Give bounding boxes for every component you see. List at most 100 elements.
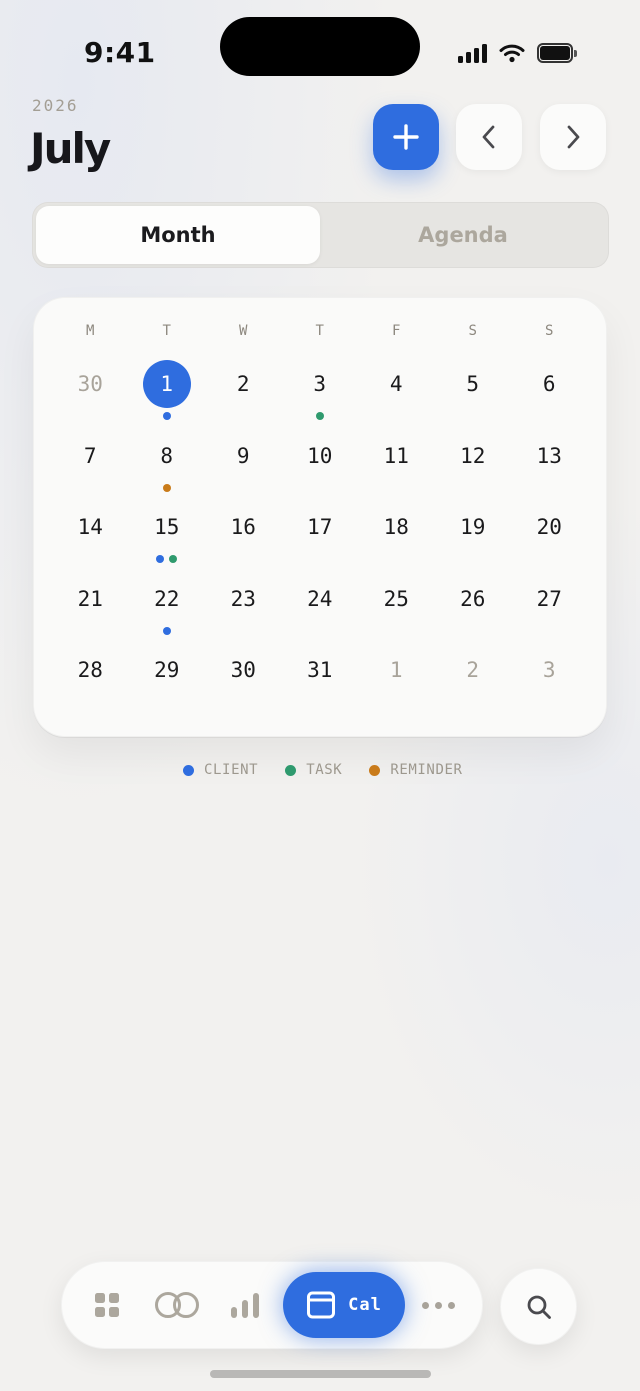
day-number: 12 — [460, 443, 486, 468]
legend-item-client: CLIENT — [183, 762, 258, 778]
tab-dashboard[interactable] — [87, 1261, 127, 1349]
day-number: 2 — [466, 658, 480, 683]
grid-icon — [95, 1293, 119, 1317]
day-cell[interactable]: 28 — [52, 637, 129, 709]
day-number: 18 — [383, 515, 409, 540]
day-number: 1 — [389, 658, 403, 683]
day-number: 7 — [83, 443, 97, 468]
day-cell[interactable]: 6 — [511, 351, 588, 423]
day-number: 9 — [236, 443, 250, 468]
chevron-right-icon — [567, 125, 580, 149]
previous-month-button[interactable] — [456, 104, 522, 170]
bottom-tab-bar: Cal — [61, 1261, 483, 1349]
day-number: 2 — [236, 372, 250, 396]
day-cell[interactable]: 25 — [358, 566, 435, 638]
day-number: 22 — [154, 586, 180, 611]
day-cell[interactable]: 10 — [282, 423, 359, 495]
reminder-event-dot-icon — [162, 483, 171, 492]
day-cell[interactable]: 5 — [435, 351, 512, 423]
event-dots — [129, 412, 206, 420]
day-number: 10 — [307, 443, 333, 468]
day-number: 5 — [466, 372, 480, 396]
search-icon — [527, 1295, 551, 1319]
day-cell[interactable]: 18 — [358, 494, 435, 566]
client-event-dot-icon — [156, 555, 165, 564]
month-calendar: M T W T F S S 30 1 2 3 4 5 6 7 8 9 10 11 12 13 14 15 16 1… — [33, 297, 607, 737]
client-event-dot-icon — [162, 412, 171, 420]
event-dots — [129, 626, 206, 635]
home-indicator — [210, 1370, 431, 1378]
day-number: 3 — [542, 658, 556, 683]
day-cell[interactable]: 20 — [511, 494, 588, 566]
agenda-view-tab[interactable]: Agenda — [321, 206, 605, 264]
day-cell[interactable]: 1 — [358, 637, 435, 709]
day-cell[interactable]: 13 — [511, 423, 588, 495]
day-number: 30 — [230, 658, 256, 683]
tab-calendar[interactable]: Cal — [283, 1272, 405, 1338]
search-button[interactable] — [500, 1268, 577, 1345]
day-cell[interactable]: 21 — [52, 566, 129, 638]
day-cell[interactable]: 24 — [282, 566, 359, 638]
calendar-days-grid: 30 1 2 3 4 5 6 7 8 9 10 11 12 13 14 15 16 17 18 19 20 21 22 23 2… — [52, 351, 588, 709]
day-number: 20 — [536, 515, 562, 540]
status-icons — [458, 40, 577, 66]
month-view-tab[interactable]: Month — [36, 206, 320, 264]
day-cell[interactable]: 3 — [282, 351, 359, 423]
day-number: 6 — [542, 372, 556, 396]
day-cell[interactable]: 2 — [435, 637, 512, 709]
plus-icon — [393, 124, 419, 150]
day-cell[interactable]: 17 — [282, 494, 359, 566]
day-number: 17 — [307, 515, 333, 540]
add-event-button[interactable] — [373, 104, 439, 170]
battery-icon — [537, 43, 577, 63]
day-number: 31 — [307, 658, 333, 683]
task-event-dot-icon — [315, 412, 324, 420]
legend-label: REMINDER — [390, 762, 463, 778]
day-cell[interactable]: 30 — [205, 637, 282, 709]
day-cell[interactable]: 29 — [129, 637, 206, 709]
view-toggle: Month Agenda — [32, 202, 609, 268]
tab-stats[interactable] — [225, 1261, 265, 1349]
day-cell[interactable]: 23 — [205, 566, 282, 638]
day-cell-today[interactable]: 1 — [129, 351, 206, 423]
day-cell[interactable]: 9 — [205, 423, 282, 495]
weekday-label: T — [162, 323, 171, 339]
day-number: 19 — [460, 515, 486, 540]
day-cell[interactable]: 27 — [511, 566, 588, 638]
event-dots — [129, 555, 206, 564]
day-cell[interactable]: 15 — [129, 494, 206, 566]
cellular-signal-icon — [458, 43, 487, 63]
legend-label: CLIENT — [204, 762, 259, 778]
day-cell[interactable]: 7 — [52, 423, 129, 495]
tab-clients[interactable] — [149, 1261, 205, 1349]
tab-more[interactable] — [415, 1261, 461, 1349]
day-cell[interactable]: 19 — [435, 494, 512, 566]
day-cell[interactable]: 30 — [52, 351, 129, 423]
event-dots — [282, 412, 359, 420]
event-dots — [129, 483, 206, 492]
next-month-button[interactable] — [540, 104, 606, 170]
day-cell[interactable]: 16 — [205, 494, 282, 566]
day-cell[interactable]: 22 — [129, 566, 206, 638]
day-cell[interactable]: 31 — [282, 637, 359, 709]
day-number: 25 — [383, 586, 409, 611]
status-bar: 9:41 — [0, 0, 640, 100]
wifi-icon — [499, 44, 525, 63]
weekday-label: F — [392, 323, 401, 339]
tab-calendar-label: Cal — [348, 1295, 382, 1315]
status-time: 9:41 — [84, 36, 156, 69]
reminder-dot-icon — [369, 764, 381, 776]
day-cell[interactable]: 11 — [358, 423, 435, 495]
day-number: 13 — [536, 443, 562, 468]
day-number: 16 — [230, 515, 256, 540]
day-cell[interactable]: 26 — [435, 566, 512, 638]
weekday-label: S — [545, 323, 554, 339]
day-cell[interactable]: 3 — [511, 637, 588, 709]
day-cell[interactable]: 2 — [205, 351, 282, 423]
day-cell[interactable]: 12 — [435, 423, 512, 495]
client-event-dot-icon — [162, 626, 171, 635]
day-number: 8 — [160, 443, 174, 468]
day-cell[interactable]: 4 — [358, 351, 435, 423]
day-cell[interactable]: 8 — [129, 423, 206, 495]
day-cell[interactable]: 14 — [52, 494, 129, 566]
